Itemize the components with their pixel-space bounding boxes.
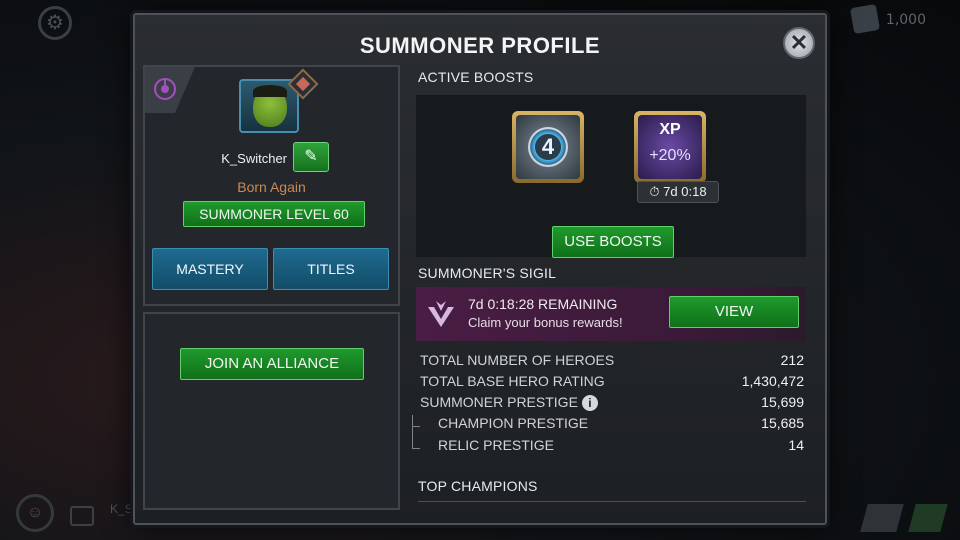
summoner-profile-dialog: SUMMONER PROFILE ✕ K_Switcher ✎ Born Aga… [133,13,827,525]
alliance-panel: JOIN AN ALLIANCE [143,312,400,510]
fantastic-four-boost-icon[interactable]: 4 [512,111,584,183]
edit-name-button[interactable]: ✎ [293,142,329,172]
active-boosts-heading: ACTIVE BOOSTS [418,69,534,85]
sigil-remaining: 7d 0:18:28 REMAINING [468,296,618,312]
profile-details: ACTIVE BOOSTS 4 XP +20% ⏱ 7d 0:18 USE BO… [406,65,817,510]
stat-value: 15,685 [761,415,804,431]
view-sigil-button[interactable]: VIEW [669,296,799,328]
titles-button[interactable]: TITLES [273,248,389,290]
stat-row-champion-prestige: CHAMPION PRESTIGE 15,685 [420,415,804,435]
summoner-level-button[interactable]: SUMMONER LEVEL 60 [183,201,365,227]
summoner-title: Born Again [237,179,306,195]
use-boosts-button[interactable]: USE BOOSTS [552,226,674,258]
sigil-heading: SUMMONER'S SIGIL [418,265,557,281]
stat-value: 1,430,472 [741,373,804,389]
stat-row-heroes: TOTAL NUMBER OF HEROES 212 [420,352,804,372]
sigil-banner: 7d 0:18:28 REMAINING Claim your bonus re… [416,287,806,341]
join-alliance-button[interactable]: JOIN AN ALLIANCE [180,348,364,380]
stat-label: TOTAL BASE HERO RATING [420,373,605,389]
xp-amount: +20% [649,147,691,164]
tree-connector [412,427,420,449]
mastery-button[interactable]: MASTERY [152,248,268,290]
prestige-label: SUMMONER PRESTIGE [420,394,578,410]
inventory-icon[interactable] [860,504,904,532]
stat-row-relic-prestige: RELIC PRESTIGE 14 [420,437,804,457]
stat-value: 14 [788,437,804,453]
alliance-icon[interactable]: ☺ [16,494,54,532]
xp-boost-icon[interactable]: XP +20% [634,111,706,183]
boost-timer: ⏱ 7d 0:18 [637,181,719,203]
tree-connector [412,415,420,427]
boosts-panel: 4 XP +20% ⏱ 7d 0:18 USE BOOSTS [416,95,806,258]
stat-row-hero-rating: TOTAL BASE HERO RATING 1,430,472 [420,373,804,393]
stat-label: SUMMONER PRESTIGE i [420,394,598,412]
sigil-corner-icon[interactable] [153,77,177,101]
stat-label: TOTAL NUMBER OF HEROES [420,352,615,368]
chat-name: K_S [110,502,133,516]
stat-value: 15,699 [761,394,804,410]
divider [418,501,806,502]
close-button[interactable]: ✕ [783,27,815,59]
settings-gear-icon[interactable]: ⚙ [38,6,72,40]
currency-value: 1,000 [885,12,926,28]
sigil-icon [428,301,454,327]
stat-value: 212 [780,352,804,368]
profile-card: K_Switcher ✎ Born Again SUMMONER LEVEL 6… [143,65,400,306]
boost-glyph: 4 [541,134,555,159]
top-champions-heading: TOP CHAMPIONS [418,478,538,494]
stat-label: CHAMPION PRESTIGE [438,415,589,431]
stat-label: RELIC PRESTIGE [438,437,554,453]
currency-icon [849,3,881,35]
info-icon[interactable]: i [581,395,598,412]
stat-row-prestige: SUMMONER PRESTIGE i 15,699 [420,394,804,414]
xp-label: XP [659,121,681,138]
dialog-title: SUMMONER PROFILE [359,33,601,58]
chat-icon[interactable] [70,506,94,526]
hulk-hair [253,85,287,97]
sigil-claim-text: Claim your bonus rewards! [468,315,623,330]
username: K_Switcher [221,151,287,166]
